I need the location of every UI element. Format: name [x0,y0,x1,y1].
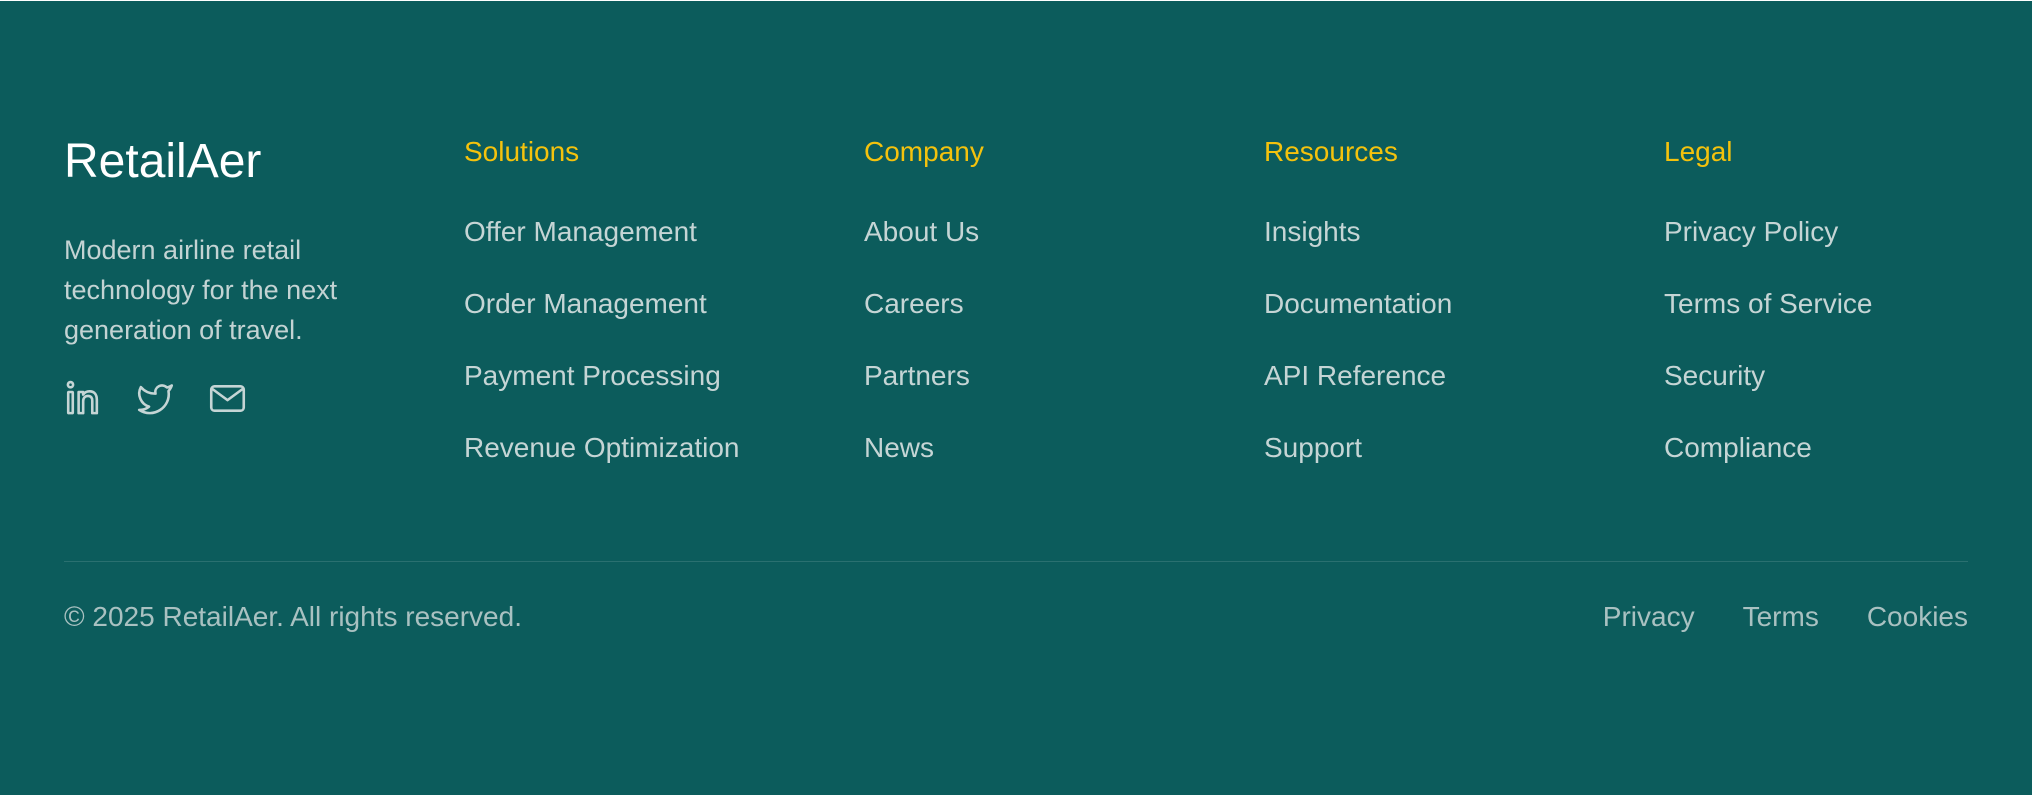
column-heading: Solutions [464,136,580,167]
site-footer: RetailAer Modern airline retail technolo… [0,1,2032,795]
footer-column-resources: Resources Insights Documentation API Ref… [1264,132,1452,500]
footer-link-compliance[interactable]: Compliance [1664,432,1812,463]
link-list: About Us Careers Partners News [864,212,984,500]
footer-column-company: Company About Us Careers Partners News [864,132,984,500]
mail-icon[interactable] [208,379,247,418]
footer-link-about-us[interactable]: About Us [864,216,979,247]
brand-name[interactable]: RetailAer [64,134,364,190]
footer-link-privacy-policy[interactable]: Privacy Policy [1664,216,1838,247]
footer-link-api-reference[interactable]: API Reference [1264,360,1446,391]
footer-link-order-management[interactable]: Order Management [464,288,707,319]
footer-link-partners[interactable]: Partners [864,360,970,391]
column-heading: Company [864,136,984,167]
footer-link-offer-management[interactable]: Offer Management [464,216,697,247]
twitter-icon[interactable] [136,379,175,418]
footer-link-insights[interactable]: Insights [1264,216,1361,247]
column-heading: Legal [1664,136,1733,167]
link-list: Privacy Policy Terms of Service Security… [1664,212,1873,500]
linkedin-icon[interactable] [64,379,103,418]
column-heading: Resources [1264,136,1398,167]
footer-divider [64,561,1968,562]
bottom-link-cookies[interactable]: Cookies [1867,597,1968,637]
footer-column-legal: Legal Privacy Policy Terms of Service Se… [1664,132,1873,500]
link-list: Insights Documentation API Reference Sup… [1264,212,1452,500]
bottom-link-terms[interactable]: Terms [1743,597,1819,637]
footer-link-payment-processing[interactable]: Payment Processing [464,360,721,391]
footer-link-support[interactable]: Support [1264,432,1362,463]
social-links [64,379,247,418]
footer-link-careers[interactable]: Careers [864,288,964,319]
footer-link-revenue-optimization[interactable]: Revenue Optimization [464,432,739,463]
footer-column-solutions: Solutions Offer Management Order Managem… [464,132,739,500]
footer-brand: RetailAer Modern airline retail technolo… [64,134,364,350]
link-list: Offer Management Order Management Paymen… [464,212,739,500]
legal-bottom-links: Privacy Terms Cookies [1603,597,1968,637]
footer-link-security[interactable]: Security [1664,360,1765,391]
brand-tagline: Modern airline retail technology for the… [64,235,338,345]
footer-link-terms-of-service[interactable]: Terms of Service [1664,288,1873,319]
bottom-link-privacy[interactable]: Privacy [1603,597,1695,637]
footer-link-documentation[interactable]: Documentation [1264,288,1452,319]
footer-link-news[interactable]: News [864,432,934,463]
copyright-text: © 2025 RetailAer. All rights reserved. [64,601,522,632]
